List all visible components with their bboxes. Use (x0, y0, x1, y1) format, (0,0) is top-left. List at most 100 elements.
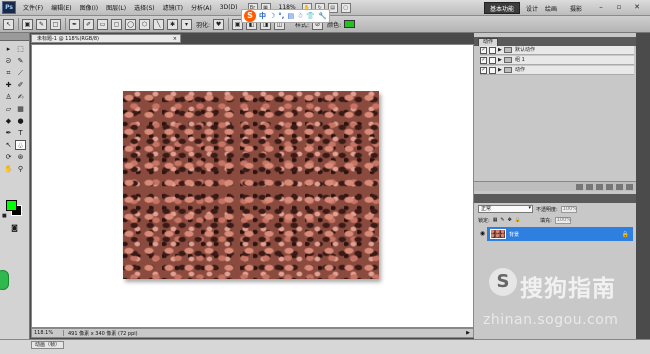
crop-tool-icon[interactable]: ⌗ (3, 68, 14, 78)
dodge-tool-icon[interactable]: ● (15, 116, 26, 126)
heart-shape-icon[interactable]: ♥ (213, 18, 225, 30)
eraser-tool-icon[interactable]: ▱ (3, 104, 14, 114)
lasso-tool-icon[interactable]: ᘐ (3, 56, 14, 66)
healing-brush-tool-icon[interactable]: ✚ (3, 80, 14, 90)
rectangle-icon[interactable]: ▭ (97, 18, 108, 30)
close-icon[interactable]: ✕ (632, 3, 642, 13)
status-menu-arrow-icon[interactable]: ▶ (463, 330, 473, 336)
ellipse-icon[interactable]: ◯ (125, 18, 136, 30)
quick-mask-icon[interactable]: ◙ (9, 223, 20, 233)
shape-color-swatch[interactable] (344, 20, 356, 28)
action-dialog-checkbox[interactable] (489, 66, 496, 74)
blur-tool-icon[interactable]: ◆ (3, 116, 14, 126)
layer-row-background[interactable]: ◉ 背景 🔒 (478, 227, 633, 241)
marquee-tool-icon[interactable]: ⬚ (15, 44, 26, 54)
rounded-rectangle-icon[interactable]: ▢ (111, 18, 122, 30)
fill-input[interactable]: 100% (554, 216, 571, 224)
gradient-tool-icon[interactable]: ▦ (15, 104, 26, 114)
action-toggle-checkbox[interactable]: ✓ (480, 56, 487, 64)
tab-actions[interactable]: 动作 (478, 38, 499, 46)
polygon-icon[interactable]: ⬡ (139, 18, 150, 30)
shape-layers-icon[interactable]: ▣ (22, 18, 33, 30)
workspace-painting[interactable]: 绘画 (540, 2, 562, 14)
minimize-icon[interactable]: – (596, 3, 606, 13)
maximize-icon[interactable]: ▫ (614, 3, 624, 13)
folder-icon (504, 47, 512, 53)
floating-assistant-icon[interactable] (0, 270, 9, 290)
lock-transparent-icon[interactable]: ▦ (493, 217, 498, 223)
sogou-logo-icon[interactable]: S (244, 10, 256, 22)
action-set-row[interactable]: ✓ ▶ 动作 (480, 66, 634, 75)
tool-preset-icon[interactable]: ↖ (3, 18, 14, 30)
menu-3d[interactable]: 3D(D) (216, 4, 242, 11)
menu-edit[interactable]: 编辑(E) (47, 3, 75, 12)
freeform-pen-icon[interactable]: ✐ (83, 18, 94, 30)
status-zoom[interactable]: 118.1% (32, 330, 64, 336)
blend-mode-select[interactable]: 正常 (478, 205, 533, 213)
visibility-eye-icon[interactable]: ◉ (478, 227, 487, 241)
document-status-bar: 118.1% 491 像素 x 340 像素 (72 ppi) ▶ (31, 328, 474, 338)
document-close-icon[interactable]: × (173, 35, 177, 43)
action-set-row[interactable]: ✓ ▶ 默认动作 (480, 46, 634, 55)
toolbox-header[interactable] (0, 33, 29, 41)
workspace-essentials[interactable]: 基本功能 (484, 2, 521, 14)
menu-layer[interactable]: 图层(L) (102, 3, 130, 12)
action-dialog-checkbox[interactable] (489, 46, 496, 54)
default-colors-icon[interactable]: ■ (2, 213, 7, 219)
menu-filter[interactable]: 滤镜(T) (159, 3, 187, 12)
action-dialog-checkbox[interactable] (489, 56, 496, 64)
action-toggle-checkbox[interactable]: ✓ (480, 46, 487, 54)
eyedropper-tool-icon[interactable]: ⟋ (15, 68, 26, 78)
custom-shape-icon[interactable]: ✱ (167, 18, 178, 30)
ime-punctuation-icon[interactable]: °, (278, 12, 284, 20)
3d-orbit-tool-icon[interactable]: ⊛ (15, 152, 26, 162)
animation-panel-bar: 动画（帧） (0, 339, 650, 354)
ime-user-icon[interactable]: ☃ (297, 12, 303, 20)
foreground-color-swatch[interactable] (6, 200, 17, 211)
move-tool-icon[interactable]: ▸ (3, 44, 14, 54)
opacity-input[interactable]: 100% (560, 205, 577, 213)
ime-skin-icon[interactable]: 👕 (306, 12, 315, 20)
workspace-photography[interactable]: 摄影 (565, 2, 587, 14)
new-action-icon[interactable] (616, 183, 623, 190)
brush-tool-icon[interactable]: ✐ (15, 80, 26, 90)
ime-chinese-mode[interactable]: 中 (259, 11, 266, 21)
trash-icon[interactable] (626, 183, 633, 190)
menu-analysis[interactable]: 分析(A) (187, 3, 216, 12)
type-tool-icon[interactable]: T (15, 128, 26, 138)
record-icon[interactable] (586, 183, 593, 190)
screen-mode-icon[interactable]: ▢ (340, 2, 351, 13)
play-icon[interactable] (596, 183, 603, 190)
action-set-row[interactable]: ✓ ▶ 组 1 (480, 56, 634, 65)
quick-select-tool-icon[interactable]: ✎ (15, 56, 26, 66)
action-toggle-checkbox[interactable]: ✓ (480, 66, 487, 74)
new-set-icon[interactable] (606, 183, 613, 190)
ime-tools-icon[interactable]: 🔧 (318, 12, 327, 20)
lock-image-icon[interactable]: ✎ (500, 217, 504, 223)
hand-tool-icon[interactable]: ✋ (3, 164, 14, 174)
path-selection-tool-icon[interactable]: ↖ (3, 140, 14, 150)
stop-icon[interactable] (576, 183, 583, 190)
sogou-ime-bar[interactable]: S 中 ☽ °, ▤ ☃ 👕 🔧 (241, 9, 330, 23)
ime-keyboard-icon[interactable]: ▤ (287, 12, 294, 20)
pen-icon[interactable]: ✒ (69, 18, 80, 30)
fill-pixels-icon[interactable]: □ (50, 18, 61, 30)
ime-moon-icon[interactable]: ☽ (269, 12, 275, 20)
lock-position-icon[interactable]: ✥ (508, 217, 512, 223)
line-icon[interactable]: ╲ (153, 18, 164, 30)
custom-shape-tool-icon[interactable]: ♧ (15, 140, 26, 150)
menu-file[interactable]: 文件(F) (19, 3, 47, 12)
lock-all-icon[interactable]: 🔒 (515, 217, 521, 223)
document-tab[interactable]: 未标题-1 @ 118%(RGB/8) × (31, 34, 181, 43)
canvas-image[interactable] (123, 91, 379, 279)
geometry-options-icon[interactable]: ▾ (181, 18, 192, 30)
paths-icon[interactable]: ✎ (36, 18, 47, 30)
pen-tool-icon[interactable]: ✒ (3, 128, 14, 138)
history-brush-tool-icon[interactable]: ✍ (15, 92, 26, 102)
menu-image[interactable]: 图像(I) (76, 3, 102, 12)
menu-select[interactable]: 选择(S) (130, 3, 159, 12)
zoom-tool-icon[interactable]: ⚲ (15, 164, 26, 174)
clone-stamp-tool-icon[interactable]: ♙ (3, 92, 14, 102)
3d-rotate-tool-icon[interactable]: ⟳ (3, 152, 14, 162)
animation-tab[interactable]: 动画（帧） (31, 341, 65, 349)
